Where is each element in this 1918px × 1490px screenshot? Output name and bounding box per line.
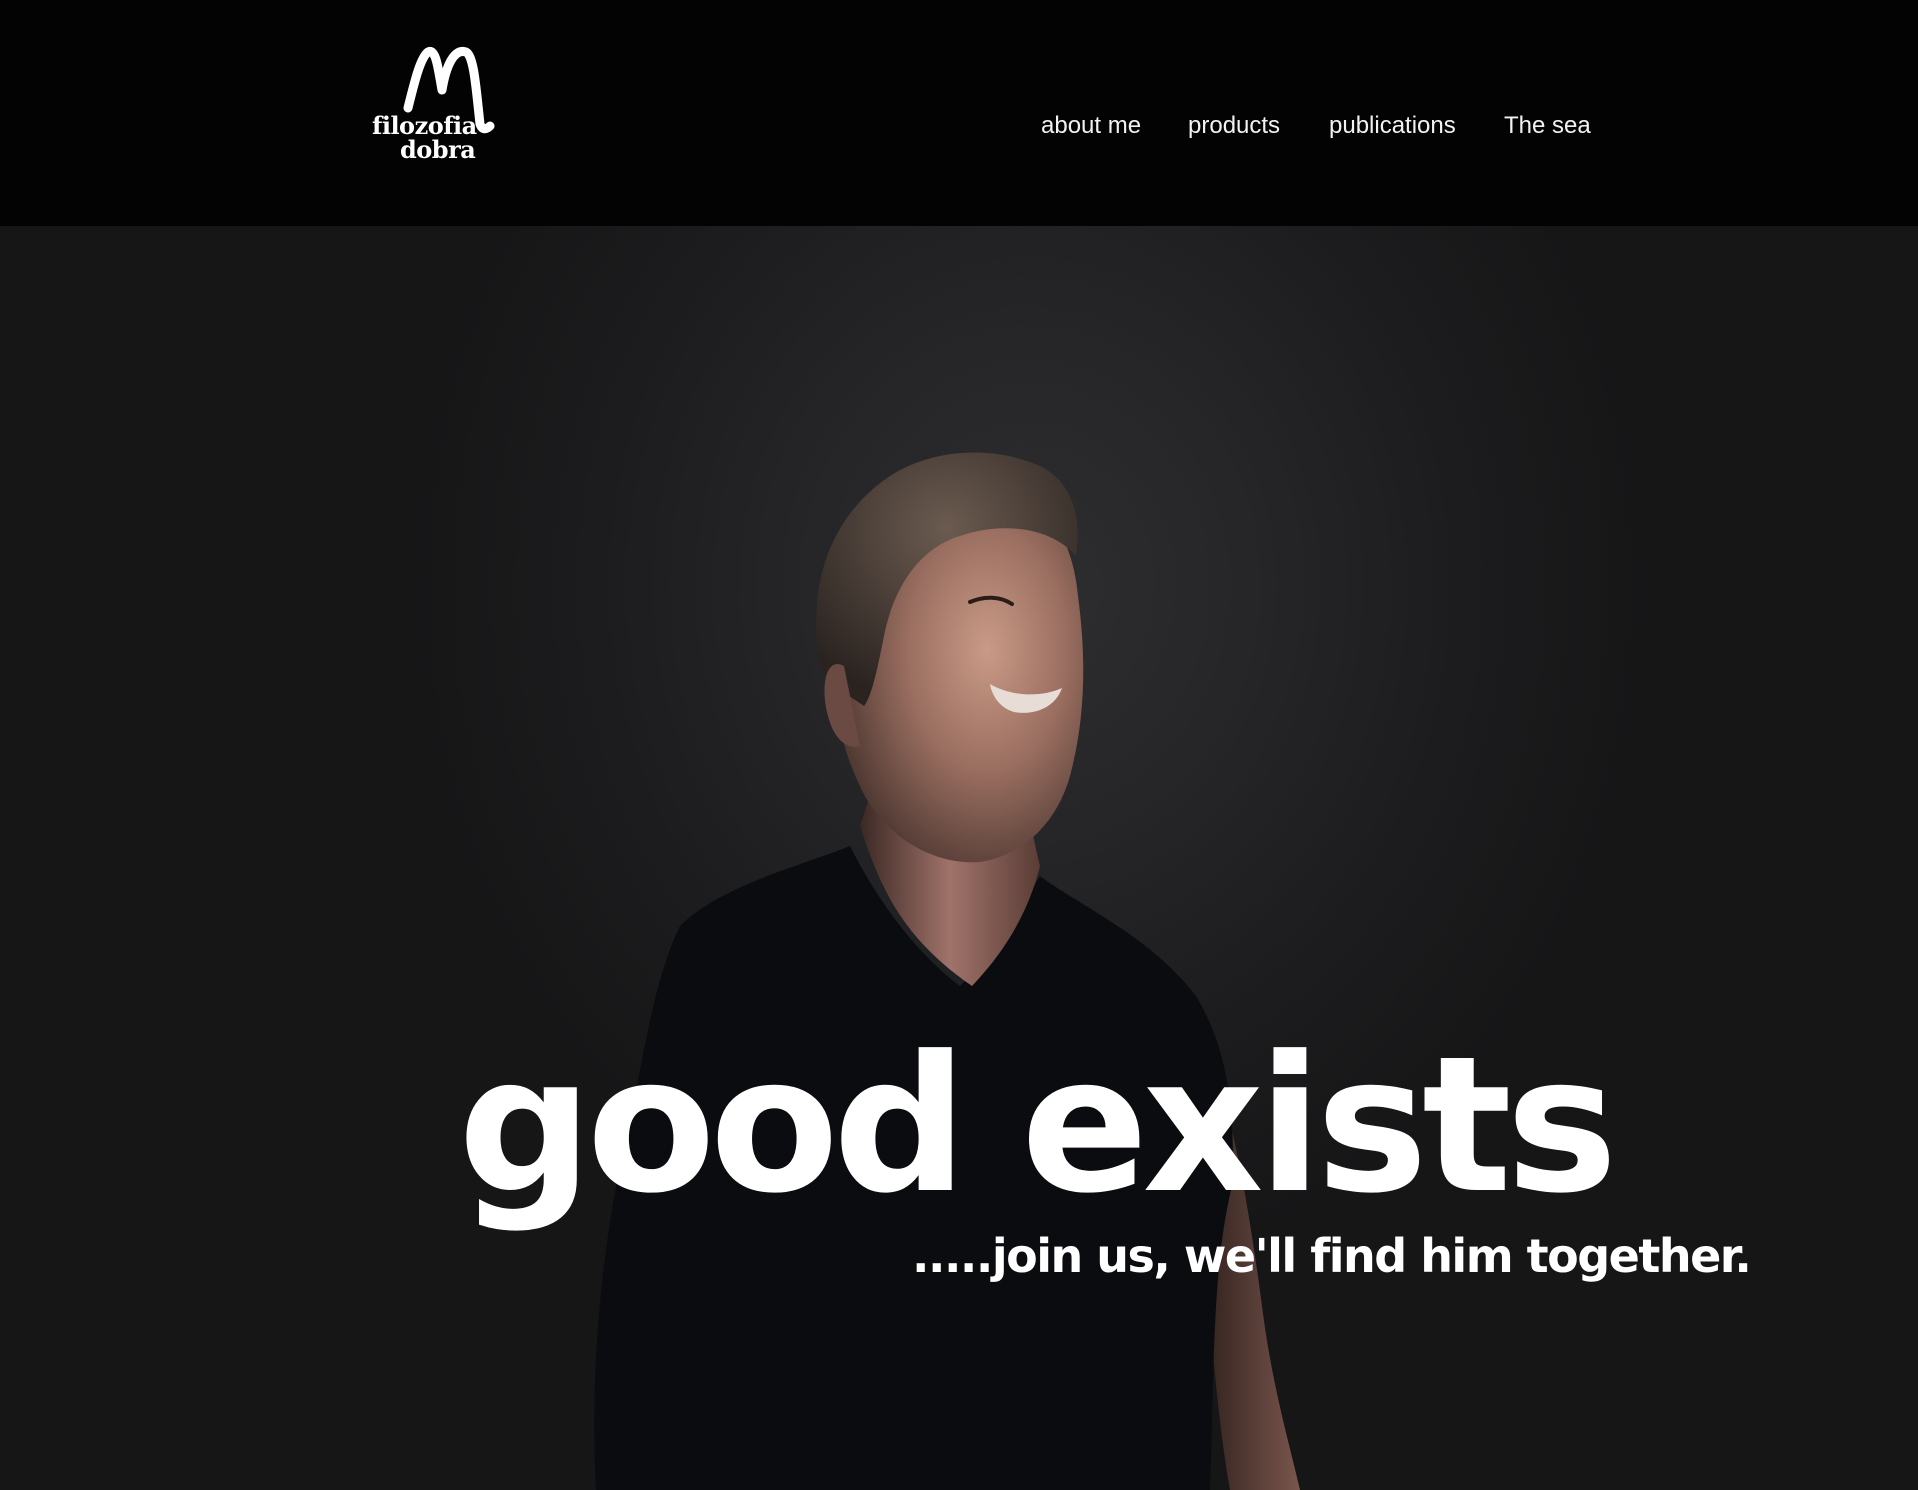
nav-the-sea[interactable]: The sea bbox=[1504, 108, 1591, 144]
hero-tagline: .....join us, we'll find him together. bbox=[912, 1229, 1752, 1283]
brand-logo[interactable]: filozofia dobra bbox=[366, 44, 496, 168]
nav-about-me[interactable]: about me bbox=[1041, 108, 1141, 144]
site-header: filozofia dobra about me products public… bbox=[0, 0, 1918, 226]
logo-text-dobra: dobra bbox=[400, 135, 476, 164]
nav-publications[interactable]: publications bbox=[1329, 108, 1456, 144]
hero-section: good exists .....join us, we'll find him… bbox=[0, 226, 1918, 1490]
portrait-photo bbox=[594, 452, 1300, 1490]
hero-headline: good exists bbox=[458, 1016, 1618, 1235]
nav-products[interactable]: products bbox=[1188, 108, 1280, 144]
